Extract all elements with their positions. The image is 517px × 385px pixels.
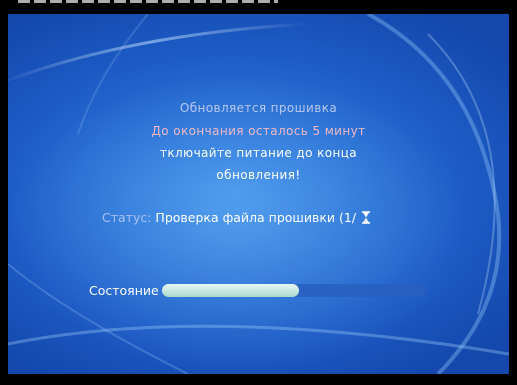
- firmware-update-screen: Обновляется прошивка До окончания остало…: [8, 14, 509, 374]
- top-dashed-line: [18, 0, 278, 3]
- status-row: Статус: Проверка файла прошивки (1/: [102, 210, 371, 227]
- power-warning-text-end: обновления!: [216, 168, 301, 182]
- bottom-letterbox: [0, 374, 517, 385]
- hourglass-icon: [361, 210, 371, 227]
- top-letterbox: [0, 0, 517, 14]
- progress-bar: [161, 283, 427, 297]
- time-remaining-text: До окончания осталось 5 минут: [151, 124, 366, 138]
- progress-fill: [161, 283, 300, 297]
- power-warning-text: тключайте питание до конца: [159, 146, 358, 160]
- update-title: Обновляется прошивка: [179, 101, 338, 115]
- status-label: Статус:: [102, 210, 152, 225]
- progress-label: Состояние: [89, 282, 159, 298]
- status-value: Проверка файла прошивки (1/: [155, 210, 357, 225]
- progress-row: Состояние: [89, 282, 427, 298]
- right-letterbox: [509, 0, 517, 385]
- background-swoosh: [8, 14, 509, 374]
